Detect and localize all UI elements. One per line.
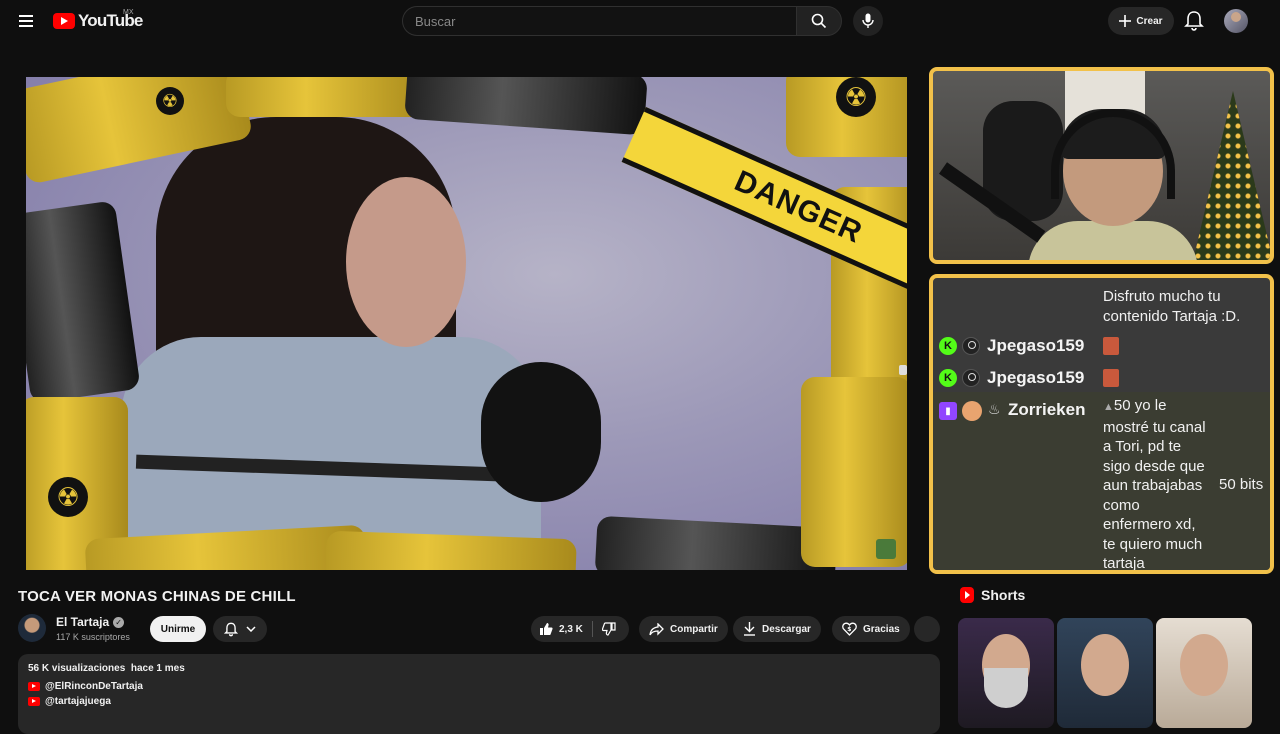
christmas-tree (1193, 91, 1270, 260)
channel-name[interactable]: El Tartaja ✓ (56, 615, 125, 629)
like-count[interactable]: 2,3 K (559, 624, 583, 635)
shorts-heading-text: Shorts (981, 587, 1026, 603)
kick-icon: K (939, 337, 957, 355)
microphone-icon (862, 13, 874, 28)
youtube-logo[interactable]: YouTube MX (53, 9, 143, 31)
plus-icon (1119, 15, 1132, 27)
chevron-down-icon (246, 626, 256, 632)
twitch-icon: ▮ (939, 402, 957, 420)
chat-message: Disfruto mucho tu contenido Tartaja :D. (1103, 287, 1240, 326)
notifications-button[interactable] (1184, 10, 1204, 32)
heart-dollar-icon: $ (842, 622, 857, 636)
bits-gem-icon: ▲ (1103, 401, 1114, 413)
like-dislike-group: 2,3 K (531, 616, 629, 642)
short-thumbnail-face (1081, 634, 1129, 696)
short-thumbnail-face (1180, 634, 1228, 696)
verified-icon: ✓ (113, 617, 125, 629)
voice-search-button[interactable] (853, 6, 883, 36)
short-thumbnail[interactable] (1156, 618, 1252, 728)
emote-icon (1103, 337, 1119, 355)
chat-message: ▲50 yo le mostré tu canal a Tori, pd te … (1103, 396, 1206, 572)
youtube-play-icon (53, 13, 75, 29)
join-button[interactable]: Unirme (150, 616, 206, 642)
subscriber-count: 117 K suscriptores (56, 632, 130, 642)
video-subject-face (346, 177, 466, 347)
search-input[interactable] (402, 6, 797, 36)
lock-icon (899, 365, 907, 375)
channel-link-text: @tartajajuega (45, 696, 111, 707)
dislike-icon[interactable] (601, 622, 616, 636)
short-thumbnail-beard (984, 668, 1028, 708)
channel-link-text: @ElRinconDeTartaja (45, 681, 143, 692)
user-icon (962, 369, 980, 387)
flame-badge-icon: ♨ (988, 401, 1001, 417)
upload-date: hace 1 mes (130, 663, 185, 674)
video-title: TOCA VER MONAS CHINAS DE CHILL (18, 588, 296, 605)
chat-username: Jpegaso159 (987, 336, 1085, 355)
user-avatar-icon (962, 401, 982, 421)
channel-avatar[interactable] (18, 614, 46, 642)
video-microphone (481, 362, 601, 502)
barrel-decoration (226, 77, 426, 117)
top-bar: YouTube MX Crear (0, 0, 1280, 42)
channel-name-text: El Tartaja (56, 615, 110, 629)
short-thumbnail[interactable] (958, 618, 1054, 728)
search-button[interactable] (796, 6, 842, 36)
youtube-icon (28, 682, 40, 691)
video-player[interactable]: DANGER ☢ ☢ ☢ (26, 77, 907, 570)
download-label: Descargar (762, 623, 811, 635)
webcam-overlay (929, 67, 1274, 264)
short-thumbnail[interactable] (1057, 618, 1153, 728)
download-icon (744, 622, 755, 636)
youtube-icon (28, 697, 40, 706)
thanks-label: Gracias (863, 623, 900, 635)
subscribe-notifications-button[interactable] (213, 616, 267, 642)
bits-amount: 50 bits (1219, 476, 1264, 493)
bell-icon (224, 622, 238, 636)
share-icon (649, 622, 664, 636)
search-bar (402, 6, 842, 36)
country-code: MX (123, 9, 134, 16)
radiation-icon: ☢ (156, 87, 184, 115)
bell-icon (1184, 11, 1204, 31)
download-button[interactable]: Descargar (733, 616, 821, 642)
video-stats: 56 K visualizaciones hace 1 mes (28, 663, 930, 674)
account-avatar[interactable] (1224, 9, 1248, 33)
create-button[interactable]: Crear (1108, 7, 1174, 35)
channel-link[interactable]: @ElRinconDeTartaja (28, 681, 930, 692)
stream-chat-overlay: Disfruto mucho tu contenido Tartaja :D. … (929, 274, 1274, 574)
chat-username: Zorrieken (1008, 400, 1086, 419)
user-icon (962, 337, 980, 355)
chat-username: Jpegaso159 (987, 368, 1085, 387)
chat-message-text: Disfruto mucho tu contenido Tartaja :D. (1103, 288, 1241, 325)
share-label: Compartir (670, 623, 718, 635)
more-actions-button[interactable] (914, 616, 940, 642)
search-icon (811, 13, 827, 29)
svg-text:$: $ (847, 626, 851, 633)
radiation-icon: ☢ (48, 477, 88, 517)
kick-icon: K (939, 369, 957, 387)
shorts-heading: Shorts (960, 587, 1025, 603)
streamer-logo-icon (876, 539, 896, 559)
channel-link[interactable]: @tartajajuega (28, 696, 930, 707)
create-label: Crear (1136, 15, 1163, 27)
share-button[interactable]: Compartir (639, 616, 728, 642)
chat-message-text: 50 yo le mostré tu canal a Tori, pd te s… (1103, 397, 1206, 572)
description-box[interactable]: 56 K visualizaciones hace 1 mes @ElRinco… (18, 654, 940, 734)
emote-icon (1103, 369, 1119, 387)
thanks-button[interactable]: $ Gracias (832, 616, 910, 642)
shorts-icon (960, 587, 974, 603)
radiation-icon: ☢ (836, 77, 876, 117)
view-count: 56 K visualizaciones (28, 663, 126, 674)
divider (591, 621, 593, 637)
like-icon[interactable] (539, 622, 553, 636)
menu-icon[interactable] (16, 12, 38, 30)
webcam-person-shirt (1028, 221, 1198, 260)
